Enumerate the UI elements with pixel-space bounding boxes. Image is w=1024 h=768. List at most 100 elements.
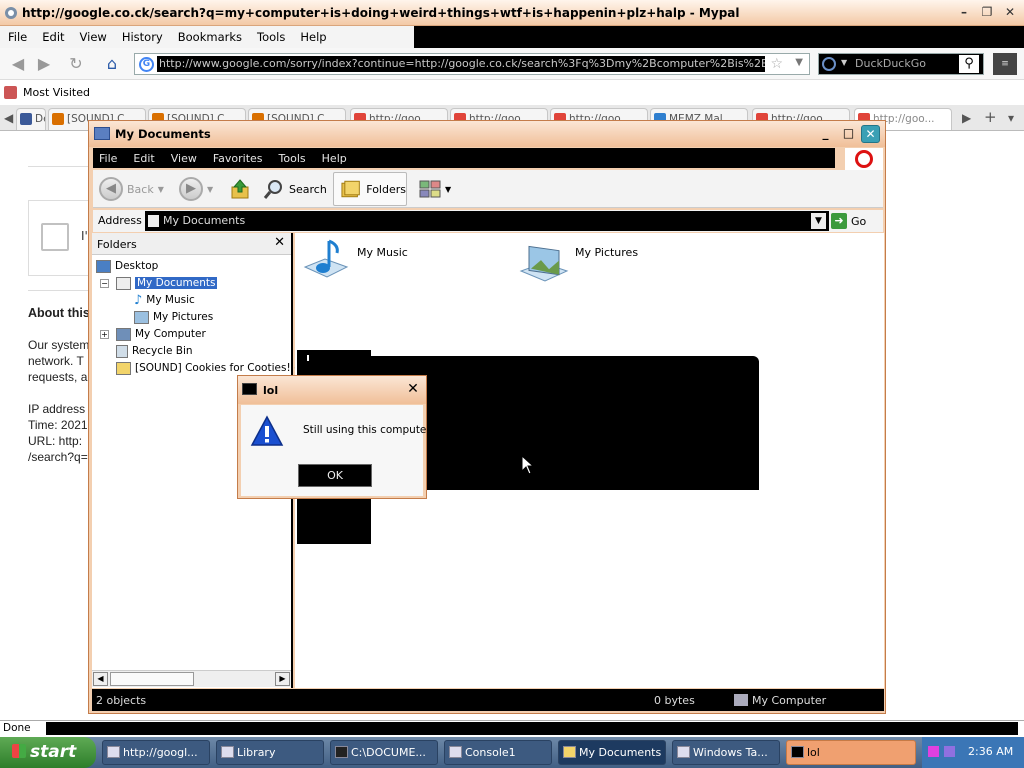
menu-tools[interactable]: Tools bbox=[249, 30, 292, 44]
document-icon bbox=[148, 215, 159, 227]
search-engine-dropdown-icon[interactable]: ▼ bbox=[841, 58, 847, 67]
reload-icon[interactable]: ↻ bbox=[64, 53, 88, 75]
maximize-button[interactable]: ❐ bbox=[977, 4, 997, 21]
tree-item-my-documents[interactable]: − My Documents bbox=[100, 275, 218, 291]
address-field[interactable]: My Documents bbox=[145, 211, 829, 231]
menu-file[interactable]: File bbox=[93, 152, 127, 165]
taskbar-item-command-prompt[interactable]: C:\DOCUME... bbox=[330, 740, 438, 765]
search-icon[interactable]: ⚲ bbox=[959, 55, 979, 73]
tree-item-sound-folder[interactable]: [SOUND] Cookies for Cooties! (@ bbox=[116, 360, 309, 376]
home-icon[interactable]: ⌂ bbox=[100, 53, 124, 75]
url-bar[interactable]: G http://www.google.com/sorry/index?cont… bbox=[134, 53, 810, 75]
about-heading: About this bbox=[28, 306, 90, 320]
taskbar-item-my-documents[interactable]: My Documents bbox=[558, 740, 666, 765]
url-dropdown-icon[interactable]: ▼ bbox=[795, 57, 803, 68]
tree-item-my-music[interactable]: ♪ My Music bbox=[134, 292, 195, 308]
collapse-icon[interactable]: − bbox=[100, 278, 109, 288]
up-folder-button[interactable] bbox=[229, 176, 251, 202]
most-visited-bookmark[interactable]: Most Visited bbox=[4, 86, 90, 99]
taskbar-item-library[interactable]: Library bbox=[216, 740, 324, 765]
info-line: IP address bbox=[28, 402, 86, 416]
explorer-menubar: File Edit View Favorites Tools Help bbox=[93, 148, 835, 168]
scroll-right-icon[interactable]: ▶ bbox=[275, 672, 290, 686]
menu-file[interactable]: File bbox=[0, 30, 34, 44]
maximize-button[interactable]: □ bbox=[839, 125, 858, 143]
captcha-label: I' bbox=[81, 229, 88, 243]
info-line: URL: http: bbox=[28, 434, 83, 448]
taskbar-item-lol[interactable]: lol bbox=[786, 740, 916, 765]
back-icon[interactable]: ◀ bbox=[6, 53, 30, 75]
black-glitch-block bbox=[371, 356, 759, 490]
search-placeholder[interactable]: DuckDuckGo bbox=[855, 57, 926, 70]
message-dialog: lol ✕ Still using this computer? OK bbox=[237, 375, 436, 499]
views-dropdown-icon[interactable]: ▼ bbox=[445, 185, 451, 194]
windows-throbber bbox=[845, 148, 883, 170]
menu-favorites[interactable]: Favorites bbox=[207, 152, 273, 165]
console-icon bbox=[242, 383, 257, 395]
dialog-body: Still using this computer? OK bbox=[241, 405, 436, 496]
expand-icon[interactable]: + bbox=[100, 329, 109, 339]
views-button[interactable]: ▼ bbox=[419, 176, 451, 202]
my-pictures-item[interactable]: My Pictures bbox=[519, 237, 638, 285]
folders-button[interactable]: Folders bbox=[333, 172, 407, 206]
my-music-item[interactable]: My Music bbox=[301, 237, 408, 285]
tray-icon[interactable] bbox=[928, 746, 939, 757]
close-button[interactable]: ✕ bbox=[861, 125, 880, 143]
scroll-thumb[interactable] bbox=[110, 672, 194, 686]
captcha-widget: I' bbox=[28, 200, 90, 276]
back-button[interactable]: ◀ Back ▼ bbox=[99, 176, 164, 202]
search-box[interactable]: ▼ DuckDuckGo ⚲ bbox=[818, 53, 984, 75]
menu-history[interactable]: History bbox=[114, 30, 170, 44]
forward-dropdown-icon[interactable]: ▼ bbox=[207, 185, 213, 194]
go-button[interactable]: ➜ Go bbox=[831, 211, 881, 231]
documents-icon bbox=[116, 276, 131, 290]
menu-help[interactable]: Help bbox=[292, 30, 333, 44]
tree-item-recycle-bin[interactable]: Recycle Bin bbox=[116, 343, 193, 359]
scroll-left-icon[interactable]: ◀ bbox=[93, 672, 108, 686]
divider bbox=[28, 166, 92, 167]
back-dropdown-icon[interactable]: ▼ bbox=[158, 185, 164, 194]
address-dropdown-icon[interactable]: ▼ bbox=[811, 213, 826, 229]
new-tab-icon[interactable]: + bbox=[984, 108, 997, 126]
tree-item-my-pictures[interactable]: My Pictures bbox=[134, 309, 213, 325]
tabs-scroll-left-icon[interactable]: ◀ bbox=[4, 111, 13, 125]
duckduckgo-icon bbox=[822, 57, 836, 71]
status-location: My Computer bbox=[752, 694, 827, 707]
url-text[interactable]: http://www.google.com/sorry/index?contin… bbox=[157, 56, 765, 72]
captcha-checkbox[interactable] bbox=[41, 223, 69, 251]
start-button[interactable]: start bbox=[0, 737, 96, 768]
tabs-scroll-right-icon[interactable]: ▶ bbox=[962, 111, 971, 125]
recycle-bin-icon bbox=[116, 344, 128, 358]
menu-tools[interactable]: Tools bbox=[273, 152, 316, 165]
forward-icon[interactable]: ▶ bbox=[32, 53, 56, 75]
tab-list-icon[interactable]: ▾ bbox=[1008, 111, 1014, 125]
up-folder-icon bbox=[231, 179, 249, 199]
folder-icon bbox=[116, 361, 131, 375]
menu-help[interactable]: Help bbox=[316, 152, 357, 165]
address-label: Address bbox=[98, 214, 142, 227]
bookmark-star-icon[interactable]: ☆ bbox=[770, 56, 783, 72]
search-button[interactable]: Search bbox=[263, 176, 327, 202]
taskbar-item-browser[interactable]: http://googl... bbox=[102, 740, 210, 765]
taskbar-item-task-manager[interactable]: Windows Ta... bbox=[672, 740, 780, 765]
dialog-close-button[interactable]: ✕ bbox=[404, 381, 422, 399]
taskbar-item-console1[interactable]: Console1 bbox=[444, 740, 552, 765]
tree-item-desktop[interactable]: Desktop bbox=[96, 258, 158, 274]
minimize-button[interactable]: _ bbox=[816, 125, 835, 143]
forward-button[interactable]: ▶ ▼ bbox=[179, 176, 213, 202]
menu-edit[interactable]: Edit bbox=[127, 152, 164, 165]
close-pane-icon[interactable]: ✕ bbox=[274, 235, 285, 250]
menu-edit[interactable]: Edit bbox=[34, 30, 71, 44]
tab[interactable]: De... bbox=[16, 108, 46, 130]
horizontal-scrollbar[interactable]: ◀ ▶ bbox=[92, 670, 291, 687]
menu-view[interactable]: View bbox=[72, 30, 114, 44]
menu-view[interactable]: View bbox=[165, 152, 207, 165]
close-button[interactable]: ✕ bbox=[1000, 4, 1020, 21]
menu-bookmarks[interactable]: Bookmarks bbox=[170, 30, 249, 44]
explorer-window: My Documents _ □ ✕ File Edit View Favori… bbox=[88, 120, 886, 714]
extension-icon[interactable]: ≡ bbox=[993, 53, 1017, 75]
ok-button[interactable]: OK bbox=[298, 464, 372, 487]
minimize-button[interactable]: – bbox=[954, 4, 974, 21]
tree-item-my-computer[interactable]: + My Computer bbox=[100, 326, 206, 342]
tray-icon[interactable] bbox=[944, 746, 955, 757]
